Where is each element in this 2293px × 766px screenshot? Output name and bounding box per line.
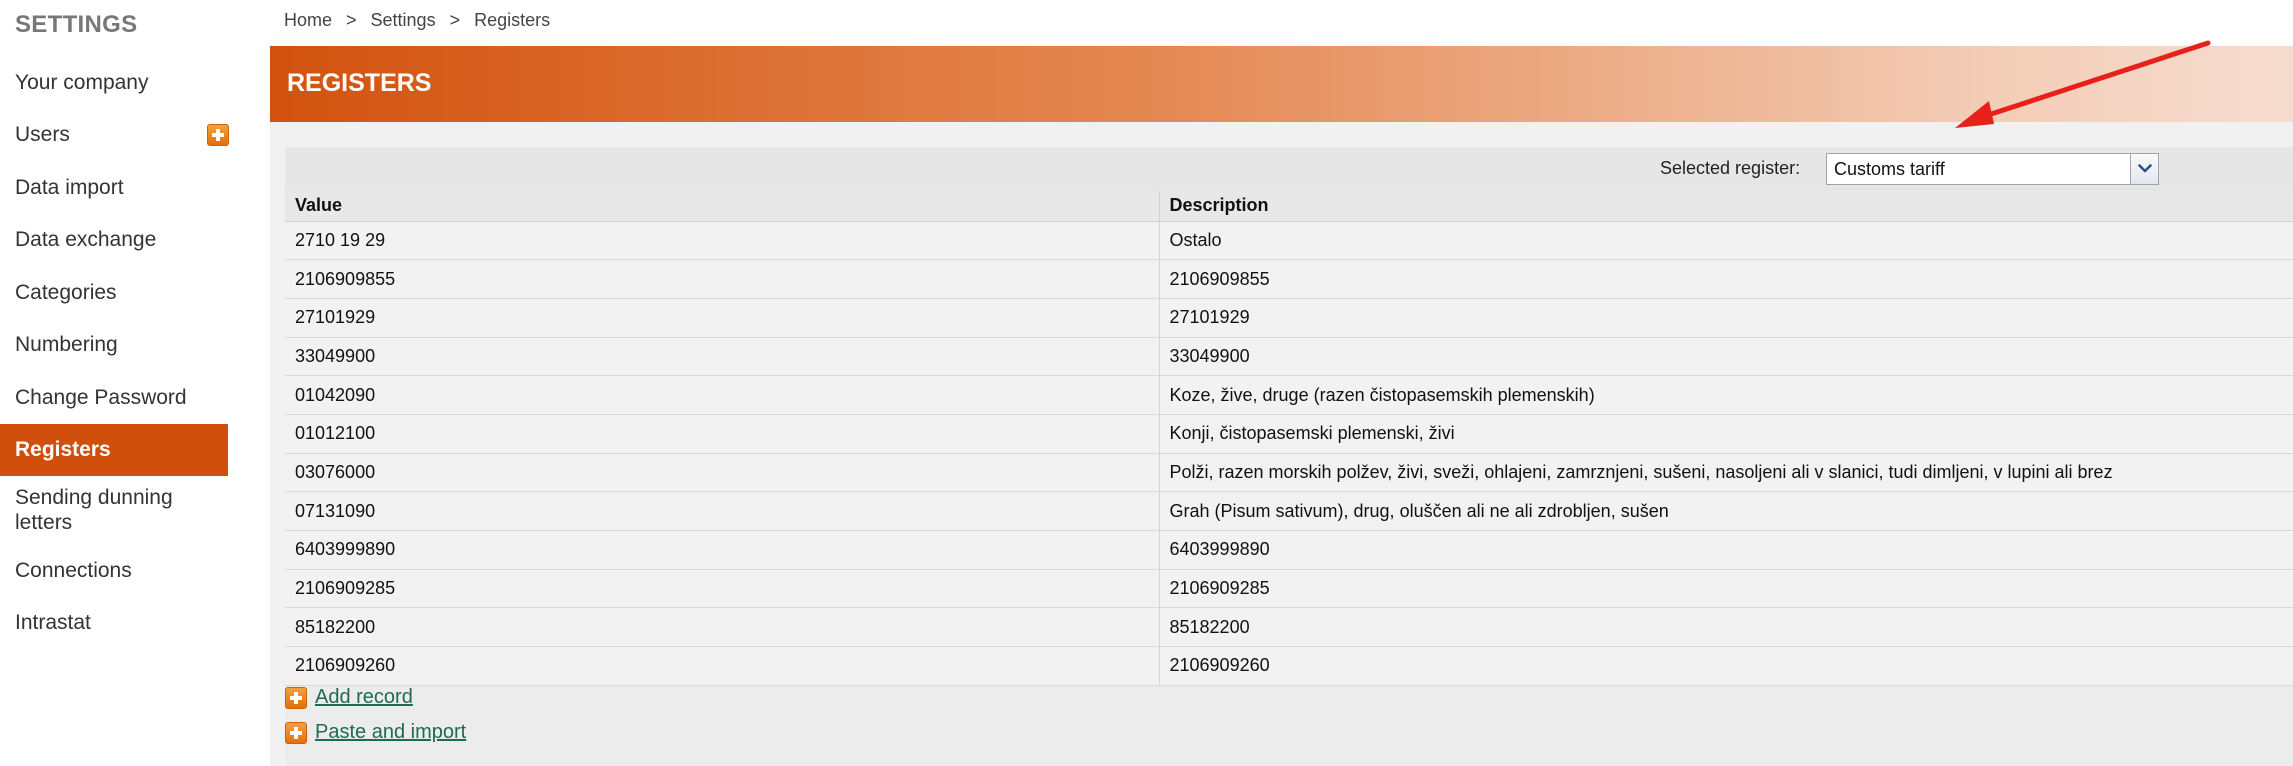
cell-value: 2106909260 (285, 646, 1159, 686)
sidebar-item-change-password[interactable]: Change Password (0, 371, 228, 424)
main-content: Home > Settings > Registers REGISTERS Se… (270, 0, 2293, 766)
table-row[interactable]: 01042090 Koze, žive, druge (razen čistopa… (285, 375, 2293, 415)
cell-value: 33049900 (285, 337, 1159, 377)
registers-table: Value Description 2710 19 29 Ostalo 210690… (285, 191, 2293, 686)
sidebar-item-sending-dunning-letters[interactable]: Sending dunning letters (0, 476, 228, 544)
cell-value: 01042090 (285, 375, 1159, 415)
table-row[interactable]: 2106909855 2106909855 (285, 259, 2293, 299)
plus-icon (285, 721, 307, 744)
sidebar-item-numbering[interactable]: Numbering (0, 319, 228, 372)
sidebar-item-label: Intrastat (15, 611, 91, 635)
chevron-down-icon (2138, 164, 2152, 173)
cell-value: 85182200 (285, 607, 1159, 648)
add-user-icon[interactable] (207, 123, 229, 146)
add-record-button[interactable]: Add record (285, 686, 413, 709)
cell-description: Ostalo (1158, 221, 2293, 261)
cell-description: 6403999890 (1158, 530, 2293, 570)
table-row[interactable]: 33049900 33049900 (285, 337, 2293, 377)
table-row[interactable]: 07131090 Grah (Pisum sativum), drug, oluš… (285, 491, 2293, 531)
selected-register-label: Selected register: (1660, 158, 1801, 178)
cell-description: 33049900 (1158, 337, 2293, 377)
sidebar-item-categories[interactable]: Categories (0, 266, 228, 319)
cell-value: 01012100 (285, 414, 1159, 454)
table-row[interactable]: 03076000 Polži, razen morskih polžev, živ… (285, 453, 2293, 493)
breadcrumb-settings[interactable]: Settings (371, 10, 436, 31)
column-header-description[interactable]: Description (1158, 191, 2293, 222)
sidebar-item-label: Numbering (15, 333, 118, 357)
breadcrumb-separator: > (346, 10, 357, 30)
breadcrumb-home[interactable]: Home (284, 10, 332, 31)
cell-description: Polži, razen morskih polžev, živi, sveži… (1158, 453, 2293, 493)
breadcrumb: Home > Settings > Registers (284, 10, 550, 31)
table-row[interactable]: 01012100 Konji, čistopasemski plemenski, … (285, 414, 2293, 454)
table-row[interactable]: 2106909285 2106909285 (285, 569, 2293, 609)
cell-description: 2106909855 (1158, 259, 2293, 299)
sidebar-item-label: Your company (15, 70, 149, 94)
sidebar-item-data-import[interactable]: Data import (0, 161, 228, 214)
table-row[interactable]: 6403999890 6403999890 (285, 530, 2293, 570)
add-record-link[interactable]: Add record (315, 686, 413, 709)
table-row[interactable]: 27101929 27101929 (285, 298, 2293, 338)
sidebar-title: SETTINGS (15, 11, 138, 38)
table-row[interactable]: 2106909260 2106909260 (285, 646, 2293, 686)
cell-description: 85182200 (1158, 607, 2293, 648)
register-select-button[interactable] (2130, 154, 2158, 184)
sidebar-item-label: Data import (15, 175, 124, 199)
table-body: 2710 19 29 Ostalo 2106909855 2106909855 2710… (285, 221, 2293, 686)
sidebar-item-your-company[interactable]: Your company (0, 56, 228, 109)
sidebar-item-label: Connections (15, 558, 132, 582)
cell-description: 2106909260 (1158, 646, 2293, 686)
cell-value: 6403999890 (285, 530, 1159, 570)
cell-value: 07131090 (285, 491, 1159, 531)
header-banner: REGISTERS (270, 46, 2293, 122)
cell-description: 27101929 (1158, 298, 2293, 338)
cell-value: 03076000 (285, 453, 1159, 493)
plus-icon (285, 686, 307, 709)
cell-description: Grah (Pisum sativum), drug, oluščen ali … (1158, 491, 2293, 531)
breadcrumb-registers[interactable]: Registers (474, 10, 550, 31)
table-header-row: Value Description (285, 191, 2293, 222)
sidebar-item-users[interactable]: Users (0, 109, 229, 162)
column-header-value[interactable]: Value (285, 191, 1159, 222)
sidebar-item-registers[interactable]: Registers (0, 423, 228, 476)
cell-value: 2106909855 (285, 259, 1159, 299)
sidebar-item-connections[interactable]: Connections (0, 544, 228, 597)
breadcrumb-separator: > (449, 10, 461, 30)
sidebar-item-label: Categories (15, 280, 117, 304)
cell-description: Koze, žive, druge (razen čistopasemskih … (1158, 375, 2293, 415)
page-title: REGISTERS (287, 69, 432, 97)
table-row[interactable]: 2710 19 29 Ostalo (285, 221, 2293, 261)
cell-description: Konji, čistopasemski plemenski, živi (1158, 414, 2293, 454)
registers-panel: Selected register: Customs tariff Value … (285, 147, 2293, 766)
sidebar-item-data-exchange[interactable]: Data exchange (0, 214, 228, 267)
cell-value: 2106909285 (285, 569, 1159, 609)
paste-import-button[interactable]: Paste and import (285, 721, 466, 744)
breadcrumb-bar: Home > Settings > Registers (270, 0, 2293, 46)
sidebar-item-intrastat[interactable]: Intrastat (0, 597, 228, 650)
sidebar-item-label: Sending dunning letters (15, 486, 173, 534)
paste-import-link[interactable]: Paste and import (315, 721, 466, 744)
cell-description: 2106909285 (1158, 569, 2293, 609)
register-select[interactable]: Customs tariff (1826, 153, 2159, 185)
sidebar: SETTINGS Your company Users Data import Dat… (0, 0, 230, 766)
register-select-value: Customs tariff (1834, 159, 1945, 179)
register-toolbar: Selected register: Customs tariff (285, 147, 2293, 191)
cell-value: 27101929 (285, 298, 1159, 338)
sidebar-nav: Your company Users Data import Data exchang… (0, 56, 229, 650)
cell-value: 2710 19 29 (285, 221, 1159, 261)
sidebar-item-label: Users (15, 123, 70, 147)
table-row[interactable]: 85182200 85182200 (285, 607, 2293, 648)
sidebar-item-label: Change Password (15, 385, 187, 409)
sidebar-item-label: Registers (15, 438, 111, 462)
sidebar-item-label: Data exchange (15, 228, 157, 252)
